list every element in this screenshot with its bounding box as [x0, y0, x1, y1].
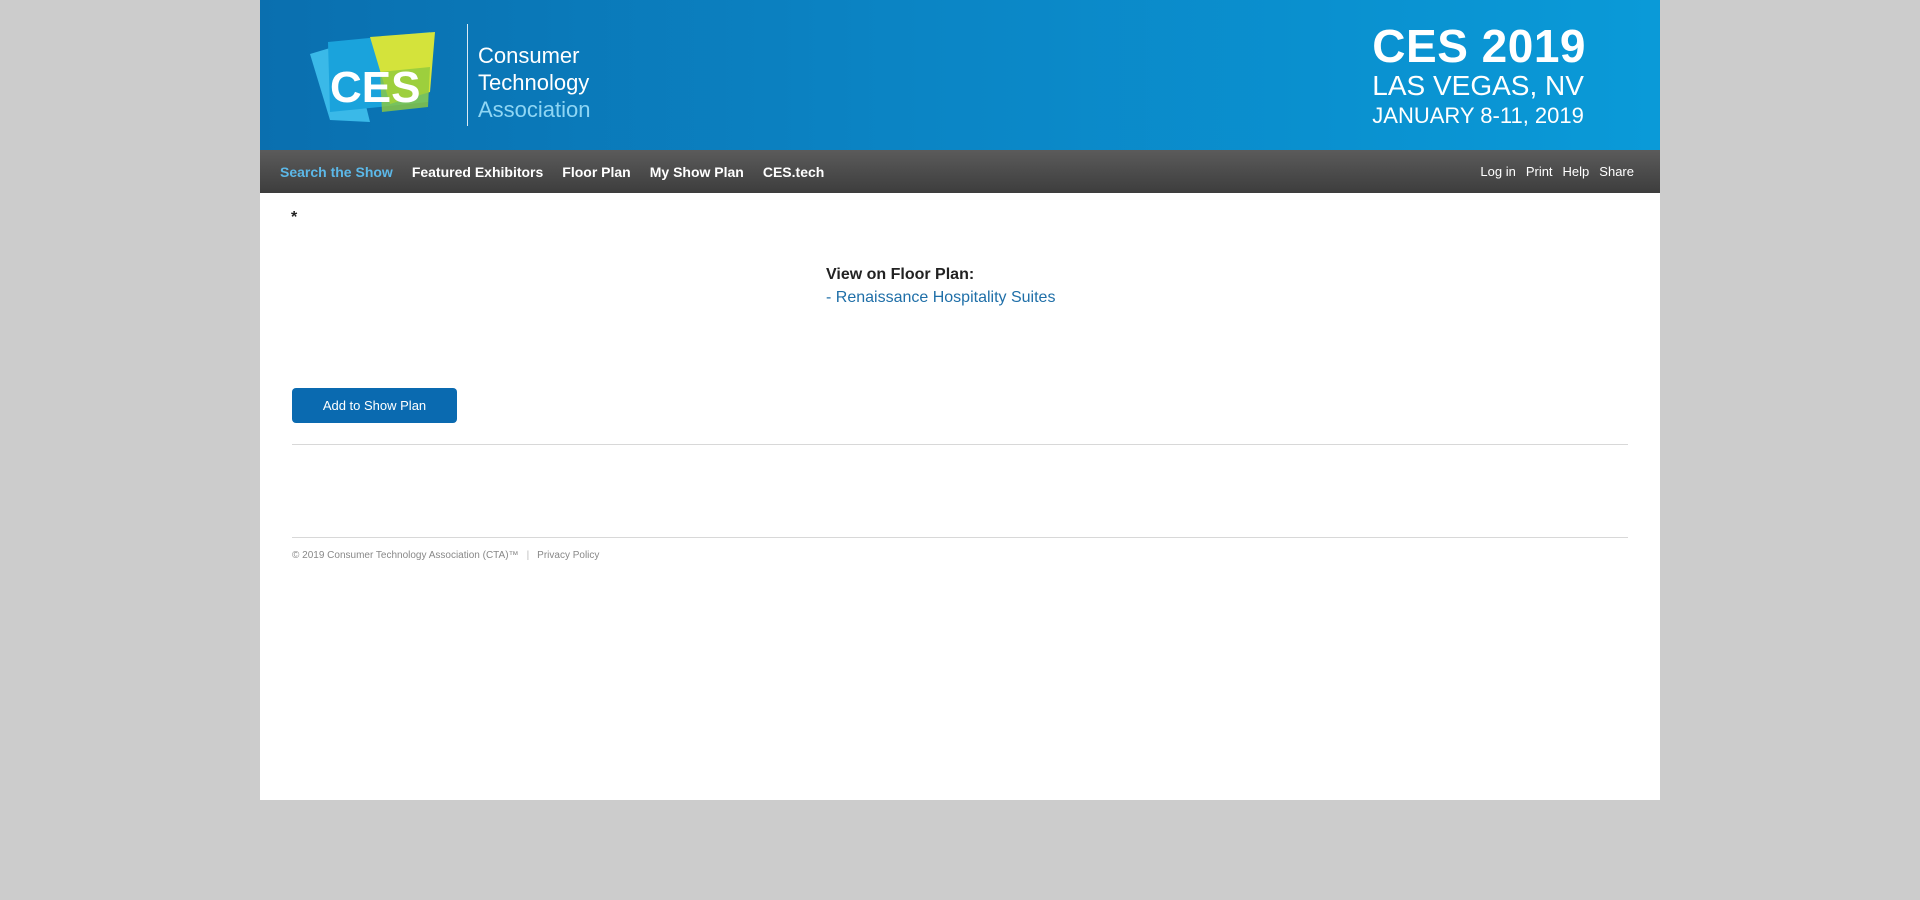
- print-link[interactable]: Print: [1526, 164, 1553, 179]
- nav-utilities: Log in Print Help Share: [1470, 150, 1634, 193]
- header-banner: CES Consumer Technology Association CES …: [260, 0, 1660, 150]
- divider: [292, 444, 1628, 445]
- org-name: Consumer Technology Association: [478, 42, 591, 123]
- event-info: CES 2019 LAS VEGAS, NV JANUARY 8-11, 201…: [1372, 22, 1586, 130]
- main-nav: Search the Show Featured Exhibitors Floo…: [260, 150, 1660, 193]
- login-link[interactable]: Log in: [1480, 164, 1515, 179]
- cta-logo[interactable]: CES Consumer Technology Association: [310, 22, 610, 128]
- floor-plan-section: View on Floor Plan: - Renaissance Hospit…: [826, 264, 1055, 310]
- footer: © 2019 Consumer Technology Association (…: [292, 550, 599, 561]
- logo-divider: [467, 24, 468, 126]
- asterisk-marker: *: [291, 209, 298, 226]
- ces-logo-mark: CES: [310, 32, 435, 122]
- org-name-line1: Consumer: [478, 43, 580, 68]
- nav-my-show-plan[interactable]: My Show Plan: [650, 164, 744, 180]
- floor-plan-label: View on Floor Plan:: [826, 266, 975, 283]
- copyright-text: © 2019 Consumer Technology Association (…: [292, 550, 519, 561]
- svg-text:CES: CES: [330, 63, 420, 112]
- nav-featured-exhibitors[interactable]: Featured Exhibitors: [412, 164, 543, 180]
- share-link[interactable]: Share: [1599, 164, 1634, 179]
- help-link[interactable]: Help: [1563, 164, 1590, 179]
- footer-divider: [292, 537, 1628, 538]
- nav-primary: Search the Show Featured Exhibitors Floo…: [280, 150, 843, 193]
- event-location: LAS VEGAS, NV: [1372, 70, 1584, 101]
- add-to-show-plan-button[interactable]: Add to Show Plan: [292, 388, 457, 423]
- org-name-line2: Technology: [478, 70, 590, 95]
- event-dates: JANUARY 8-11, 2019: [1372, 103, 1584, 128]
- privacy-policy-link[interactable]: Privacy Policy: [537, 550, 599, 561]
- org-name-line3: Association: [478, 97, 591, 122]
- nav-floor-plan[interactable]: Floor Plan: [562, 164, 630, 180]
- nav-ces-tech[interactable]: CES.tech: [763, 164, 824, 180]
- footer-separator: |: [526, 550, 530, 561]
- floor-plan-link[interactable]: - Renaissance Hospitality Suites: [826, 289, 1055, 306]
- nav-search-the-show[interactable]: Search the Show: [280, 164, 393, 180]
- page-container: CES Consumer Technology Association CES …: [260, 0, 1660, 800]
- event-title: CES 2019: [1372, 20, 1586, 72]
